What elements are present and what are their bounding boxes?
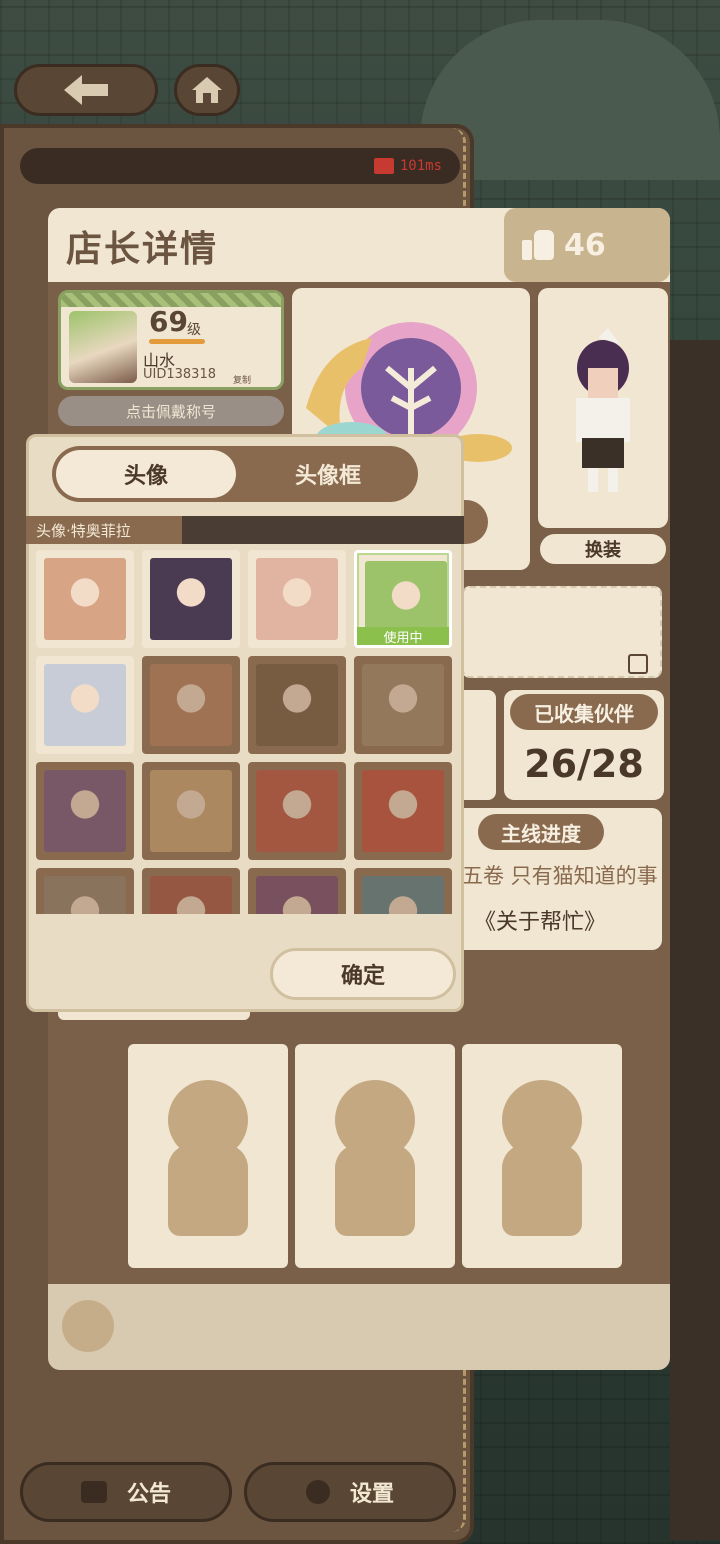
home-icon [192, 77, 222, 103]
avatar-portrait [362, 664, 444, 746]
avatar-portrait [362, 770, 444, 852]
avatar-cell[interactable] [142, 656, 240, 754]
like-count: 46 [564, 227, 606, 263]
partner-slot[interactable] [295, 1044, 455, 1268]
partner-slot[interactable] [462, 1044, 622, 1268]
level-bar [149, 339, 205, 344]
avatar-cell[interactable] [248, 656, 346, 754]
avatar-cell[interactable] [142, 550, 240, 648]
avatar-grid: 使用中 [34, 548, 458, 914]
profile-avatar[interactable] [69, 311, 137, 383]
avatar-cell[interactable] [142, 762, 240, 860]
edit-icon[interactable] [628, 654, 648, 674]
character-box [538, 288, 668, 528]
avatar-cell[interactable] [354, 762, 452, 860]
collect-value: 26/28 [524, 742, 644, 786]
tab-avatar-frame[interactable]: 头像框 [240, 450, 416, 498]
avatar-cell[interactable] [354, 656, 452, 754]
coffee-bean-icon [62, 1300, 114, 1352]
avatar-cell[interactable] [354, 868, 452, 914]
thumbs-up-icon [522, 230, 554, 260]
briefcase-icon [80, 1481, 107, 1503]
back-button[interactable] [14, 64, 158, 116]
bg-shop-wall [670, 340, 720, 1540]
status-bar: 101ms [20, 148, 460, 184]
confirm-button[interactable]: 确定 [270, 948, 456, 1000]
in-use-badge: 使用中 [357, 627, 449, 646]
avatar-portrait [256, 558, 338, 640]
avatar-portrait [150, 770, 232, 852]
silhouette-body [502, 1144, 582, 1236]
side-stat-box [462, 690, 496, 800]
avatar-cell[interactable] [36, 656, 134, 754]
avatar-portrait [44, 876, 126, 914]
partner-slot[interactable] [128, 1044, 288, 1268]
wear-title-button[interactable]: 点击佩戴称号 [58, 396, 284, 426]
profile-card: 69 级 山水 UID138318 复制 [58, 290, 284, 390]
avatar-portrait [44, 558, 126, 640]
tab-avatar[interactable]: 头像 [56, 450, 236, 498]
avatar-portrait [256, 876, 338, 914]
avatar-cell[interactable] [142, 868, 240, 914]
avatar-portrait [362, 876, 444, 914]
story-label: 主线进度 [478, 814, 604, 850]
like-button[interactable]: 46 [504, 208, 670, 282]
player-uid: UID138318 [143, 367, 216, 382]
avatar-portrait [256, 664, 338, 746]
avatar-portrait [150, 876, 232, 914]
collect-label: 已收集伙伴 [510, 694, 658, 730]
story-chapter: 五卷 只有猫知道的事 [462, 864, 658, 888]
coffee-row [48, 1284, 670, 1370]
character-sprite [576, 328, 630, 492]
avatar-cell[interactable] [36, 550, 134, 648]
player-level: 69 [149, 305, 188, 338]
avatar-cell[interactable] [36, 868, 134, 914]
avatar-portrait [150, 664, 232, 746]
avatar-name: 头像·特奥菲拉 [26, 516, 182, 544]
signal-icon [373, 158, 394, 174]
home-button[interactable] [174, 64, 240, 116]
settings-label: 设置 [349, 1482, 394, 1507]
silhouette-body [335, 1144, 415, 1236]
ping-text: 101ms [399, 158, 442, 174]
avatar-cell[interactable] [248, 868, 346, 914]
silhouette-body [168, 1144, 248, 1236]
level-unit: 级 [187, 322, 201, 338]
avatar-cell[interactable] [248, 550, 346, 648]
page-title: 店长详情 [66, 229, 219, 270]
avatar-portrait [44, 770, 126, 852]
notice-label: 公告 [126, 1482, 171, 1507]
avatar-portrait [150, 558, 232, 640]
dress-up-button[interactable]: 换装 [538, 532, 668, 566]
notice-button[interactable]: 公告 [20, 1462, 232, 1522]
avatar-portrait [44, 664, 126, 746]
avatar-cell[interactable] [36, 762, 134, 860]
arrow-left-icon [64, 75, 108, 105]
avatar-cell[interactable] [248, 762, 346, 860]
settings-button[interactable]: 设置 [244, 1462, 456, 1522]
avatar-cell[interactable]: 使用中 [354, 550, 452, 648]
story-subtitle: 《关于帮忙》 [474, 910, 607, 935]
copy-uid-button[interactable]: 复制 [233, 373, 251, 386]
gear-icon [305, 1480, 330, 1504]
avatar-portrait [256, 770, 338, 852]
